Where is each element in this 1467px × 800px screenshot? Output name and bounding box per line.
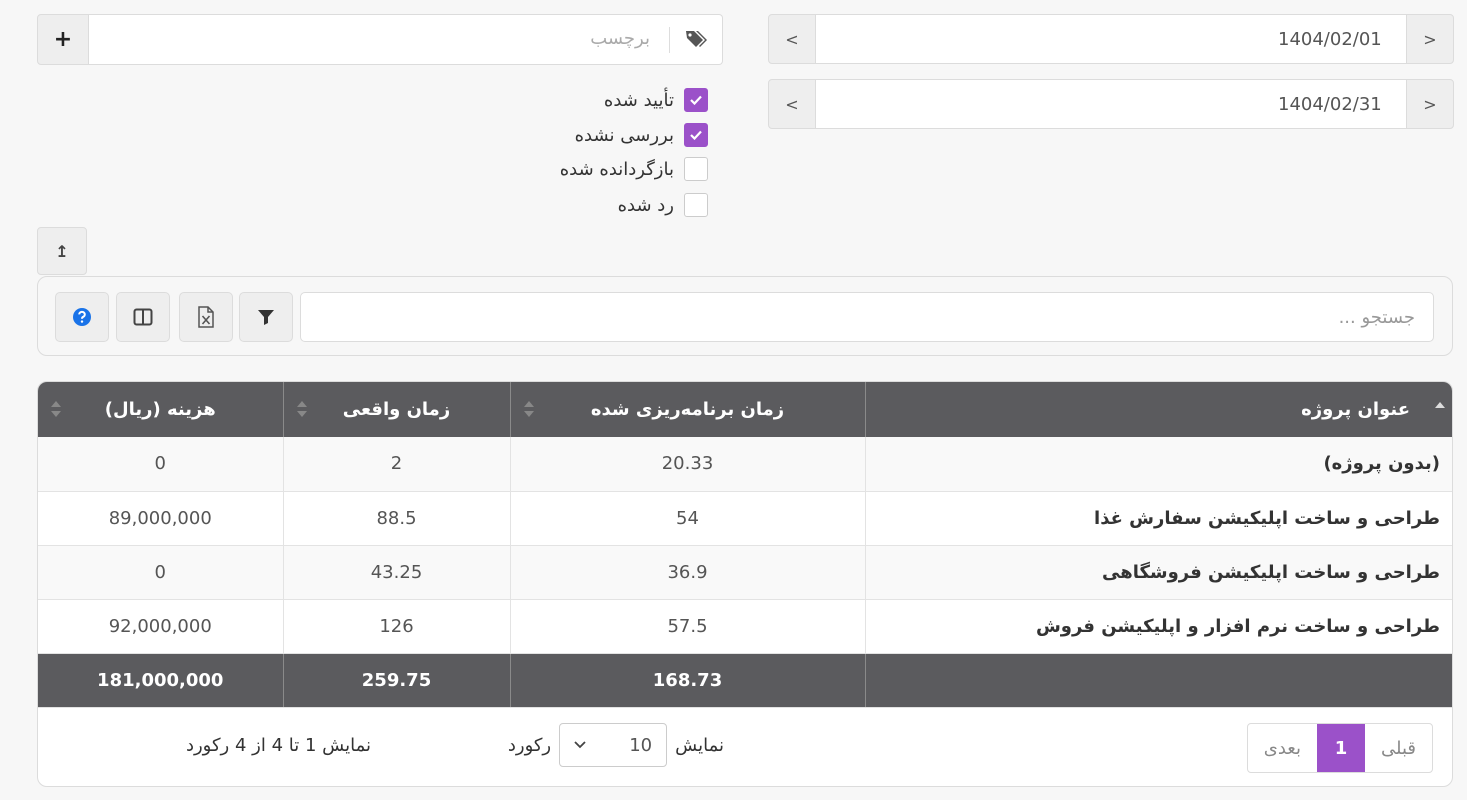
filter-unreviewed-label: بررسی نشده (574, 124, 674, 146)
total-cost: 181,000,000 (38, 653, 283, 708)
header-label: هزینه (ریال) (104, 399, 216, 420)
table-row[interactable]: (بدون پروژه) 20.33 2 0 (38, 437, 1452, 492)
header-label: زمان برنامه‌ریزی شده (590, 399, 785, 420)
cell-planned-time: 54 (509, 491, 865, 546)
date-from-prev-button[interactable]: < (768, 14, 816, 64)
search-input[interactable] (301, 293, 1433, 341)
page-1-button[interactable]: 1 (1317, 724, 1365, 772)
filter-icon (258, 310, 274, 325)
tags-icon (686, 31, 707, 47)
cell-cost: 0 (38, 437, 283, 492)
table-info: نمایش 1 تا 4 از 4 رکورد (185, 735, 371, 756)
cell-actual-time: 43.25 (282, 545, 510, 600)
header-planned-time[interactable]: زمان برنامه‌ریزی شده (509, 382, 865, 437)
help-icon (73, 308, 91, 326)
toolbar-panel (37, 276, 1453, 356)
report-table: عنوان پروژه زمان برنامه‌ریزی شده زمان وا… (38, 382, 1452, 708)
sort-icon (296, 401, 307, 417)
chevron-down-icon (574, 741, 586, 749)
cell-planned-time: 57.5 (509, 599, 865, 654)
sort-asc-icon (1435, 402, 1445, 408)
sort-icon (523, 401, 534, 417)
header-actual-time[interactable]: زمان واقعی (282, 382, 510, 437)
upload-button[interactable]: ↥ (37, 227, 87, 275)
total-planned-time: 168.73 (509, 653, 865, 708)
cell-planned-time: 20.33 (509, 437, 865, 492)
filter-rejected[interactable]: رد شده (618, 193, 708, 217)
report-table-wrapper: عنوان پروژه زمان برنامه‌ریزی شده زمان وا… (37, 381, 1453, 787)
cell-project-title: (بدون پروژه) (864, 437, 1452, 492)
columns-icon (133, 308, 153, 326)
tag-input-group: + برچسب (37, 14, 723, 65)
check-icon (690, 130, 702, 140)
search-box (300, 292, 1434, 342)
date-from-input[interactable]: 1404/02/01 (816, 14, 1406, 64)
cell-project-title: طراحی و ساخت نرم افزار و اپلیکیشن فروش (864, 599, 1452, 654)
filter-unreviewed-checkbox[interactable] (684, 123, 708, 147)
table-row[interactable]: طراحی و ساخت اپلیکیشن سفارش غذا 54 88.5 … (38, 491, 1452, 546)
pagination: قبلی 1 بعدی (1246, 723, 1433, 773)
tag-placeholder: برچسب (590, 28, 650, 49)
header-cost[interactable]: هزینه (ریال) (38, 382, 283, 437)
header-label: عنوان پروژه (1301, 399, 1410, 420)
table-header-row: عنوان پروژه زمان برنامه‌ریزی شده زمان وا… (38, 382, 1452, 437)
filter-approved-label: تأیید شده (603, 89, 674, 111)
help-button[interactable] (55, 292, 109, 342)
table-row[interactable]: طراحی و ساخت نرم افزار و اپلیکیشن فروش 5… (38, 599, 1452, 654)
cell-project-title: طراحی و ساخت اپلیکیشن سفارش غذا (864, 491, 1452, 546)
date-to-prev-button[interactable]: < (768, 79, 816, 129)
table-totals-row: 168.73 259.75 181,000,000 (38, 653, 1452, 708)
cell-cost: 0 (38, 545, 283, 600)
tag-input[interactable]: برچسب (89, 14, 723, 65)
filter-returned-checkbox[interactable] (684, 157, 708, 181)
filter-rejected-checkbox[interactable] (684, 193, 708, 217)
cell-project-title: طراحی و ساخت اپلیکیشن فروشگاهی (864, 545, 1452, 600)
total-title (864, 653, 1452, 708)
cell-actual-time: 126 (282, 599, 510, 654)
header-label: زمان واقعی (342, 399, 451, 420)
records-label: رکورد (507, 734, 552, 756)
page-length-select[interactable]: 10 (559, 723, 668, 767)
filter-unreviewed[interactable]: بررسی نشده (575, 123, 708, 147)
filter-approved-checkbox[interactable] (684, 88, 708, 112)
cell-actual-time: 2 (282, 437, 510, 492)
cell-cost: 89,000,000 (38, 491, 283, 546)
prev-page-button[interactable]: قبلی (1365, 724, 1432, 772)
filter-button[interactable] (239, 292, 293, 342)
check-icon (690, 95, 702, 105)
sort-icon (51, 401, 61, 417)
next-page-button[interactable]: بعدی (1248, 724, 1317, 772)
page-length-control: نمایش 10 رکورد (508, 723, 724, 767)
cell-actual-time: 88.5 (282, 491, 510, 546)
filter-returned-label: بازگردانده شده (559, 158, 674, 180)
date-to-group: < 1404/02/31 > (768, 79, 1454, 129)
date-from-group: < 1404/02/01 > (768, 14, 1454, 64)
date-to-next-button[interactable]: > (1406, 79, 1454, 129)
page-length-value: 10 (629, 734, 653, 756)
table-footer: قبلی 1 بعدی نمایش 10 رکورد نمایش 1 تا 4 … (38, 709, 1452, 786)
show-label: نمایش (675, 734, 724, 756)
date-to-input[interactable]: 1404/02/31 (816, 79, 1406, 129)
cell-cost: 92,000,000 (38, 599, 283, 654)
filter-returned[interactable]: بازگردانده شده (560, 157, 708, 181)
cell-planned-time: 36.9 (509, 545, 865, 600)
add-tag-button[interactable]: + (37, 14, 89, 65)
header-project-title[interactable]: عنوان پروژه (864, 382, 1452, 437)
export-excel-button[interactable] (179, 292, 233, 342)
total-actual-time: 259.75 (282, 653, 510, 708)
filter-approved[interactable]: تأیید شده (604, 88, 708, 112)
date-from-next-button[interactable]: > (1406, 14, 1454, 64)
tag-separator (669, 27, 670, 53)
table-row[interactable]: طراحی و ساخت اپلیکیشن فروشگاهی 36.9 43.2… (38, 545, 1452, 600)
columns-button[interactable] (116, 292, 170, 342)
filter-rejected-label: رد شده (617, 194, 674, 216)
excel-file-icon (198, 306, 214, 328)
